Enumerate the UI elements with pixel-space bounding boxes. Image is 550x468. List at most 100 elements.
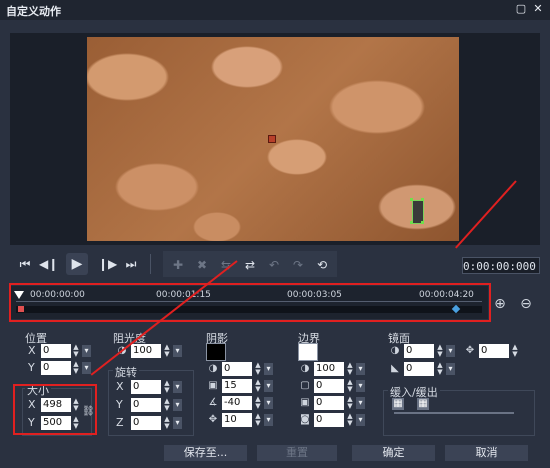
shadow-distance-input[interactable]: 10 xyxy=(222,413,252,427)
rotation-z-dropdown[interactable]: ▾ xyxy=(173,417,182,429)
border-width-spinner[interactable]: ▲ ▼ xyxy=(346,379,354,393)
mirror-distance-input[interactable]: 0 xyxy=(479,344,509,358)
border-opacity-icon: ◑ xyxy=(300,363,310,374)
shadow-blur-input[interactable]: 15 xyxy=(222,379,252,393)
border-feather-input[interactable]: 0 xyxy=(314,413,344,427)
rotation-x-dropdown[interactable]: ▾ xyxy=(173,381,182,393)
go-to-end-icon[interactable]: ⏭ xyxy=(122,256,140,272)
mirror-fade-spinner[interactable]: ▲ ▼ xyxy=(436,362,444,376)
video-preview[interactable] xyxy=(87,37,459,241)
border-opacity-spinner[interactable]: ▲ ▼ xyxy=(346,362,354,376)
border-opacity-input[interactable]: 100 xyxy=(314,362,344,376)
previous-frame-icon[interactable]: ◀❙ xyxy=(39,256,58,272)
position-x-spinner[interactable]: ▲ ▼ xyxy=(72,344,80,358)
zoom-in-icon[interactable]: ⊕ xyxy=(492,296,508,312)
position-y-input[interactable]: 0 xyxy=(41,361,71,375)
position-x-dropdown[interactable]: ▾ xyxy=(82,345,91,357)
mirror-opacity-icon: ◑ xyxy=(390,345,400,356)
border-width-dropdown[interactable]: ▾ xyxy=(356,380,365,392)
rotation-x-input[interactable]: 0 xyxy=(131,380,161,394)
border-feather-spinner[interactable]: ▲ ▼ xyxy=(346,413,354,427)
fade-in-icon[interactable]: ▦ xyxy=(392,398,404,410)
shadow-blur-spinner[interactable]: ▲ ▼ xyxy=(254,379,262,393)
mirror-opacity-dropdown[interactable]: ▾ xyxy=(446,345,455,357)
shadow-angle-icon: ∡ xyxy=(208,397,218,408)
resize-handle[interactable] xyxy=(421,198,424,201)
save-as-button[interactable]: 保存至... xyxy=(164,445,247,461)
zoom-out-icon[interactable]: ⊖ xyxy=(518,296,534,312)
shadow-opacity-spinner[interactable]: ▲ ▼ xyxy=(254,362,262,376)
shadow-opacity-icon: ◑ xyxy=(208,363,218,374)
border-width-input[interactable]: 0 xyxy=(314,379,344,393)
border-blur-input[interactable]: 0 xyxy=(314,396,344,410)
fade-out-icon[interactable]: ▦ xyxy=(417,398,429,410)
border-opacity-dropdown[interactable]: ▾ xyxy=(356,363,365,375)
divider xyxy=(150,254,151,274)
rotation-z-input[interactable]: 0 xyxy=(131,416,161,430)
rotation-y-dropdown[interactable]: ▾ xyxy=(173,399,182,411)
position-x-label: X xyxy=(28,344,36,357)
window-title: 自定义动作 xyxy=(6,5,61,18)
rotation-y-input[interactable]: 0 xyxy=(131,398,161,412)
shadow-angle-spinner[interactable]: ▲ ▼ xyxy=(254,396,262,410)
border-feather-icon: ◙ xyxy=(300,414,310,425)
shadow-opacity-input[interactable]: 0 xyxy=(222,362,252,376)
opacity-spinner[interactable]: ▲ ▼ xyxy=(163,344,171,358)
mirror-fade-dropdown[interactable]: ▾ xyxy=(446,363,455,375)
resize-handle[interactable] xyxy=(410,198,413,201)
rotation-x-spinner[interactable]: ▲ ▼ xyxy=(163,380,171,394)
border-blur-dropdown[interactable]: ▾ xyxy=(356,397,365,409)
opacity-input[interactable]: 100 xyxy=(131,344,161,358)
shadow-angle-dropdown[interactable]: ▾ xyxy=(264,397,273,409)
timeline-highlight-box xyxy=(9,283,491,322)
center-point-handle[interactable] xyxy=(268,135,276,143)
previous-keyframe-icon[interactable]: ↶ xyxy=(265,257,283,273)
cancel-button[interactable]: 取消 xyxy=(445,445,528,461)
rotation-y-label: Y xyxy=(116,398,123,411)
reset-button[interactable]: 重置 xyxy=(257,445,337,461)
rotation-z-label: Z xyxy=(116,416,124,429)
title-bar: 自定义动作 ▢ ✕ xyxy=(0,0,550,20)
shadow-blur-icon: ▣ xyxy=(208,380,218,391)
resize-handle[interactable] xyxy=(421,221,424,224)
border-feather-dropdown[interactable]: ▾ xyxy=(356,414,365,426)
resize-handle[interactable] xyxy=(410,221,413,224)
shadow-distance-dropdown[interactable]: ▾ xyxy=(264,414,273,426)
border-color-swatch[interactable] xyxy=(298,343,318,361)
next-frame-icon[interactable]: ❙▶ xyxy=(98,256,117,272)
shadow-opacity-dropdown[interactable]: ▾ xyxy=(264,363,273,375)
shadow-blur-dropdown[interactable]: ▾ xyxy=(264,380,273,392)
position-y-label: Y xyxy=(28,361,35,374)
opacity-dropdown[interactable]: ▾ xyxy=(173,345,182,357)
go-to-start-icon[interactable]: ⏮ xyxy=(16,256,34,272)
next-keyframe-icon[interactable]: ↷ xyxy=(289,257,307,273)
position-x-input[interactable]: 0 xyxy=(41,344,71,358)
fade-slider[interactable] xyxy=(394,412,514,414)
reset-keyframe-icon[interactable]: ⟲ xyxy=(313,257,331,273)
shadow-angle-input[interactable]: -40 xyxy=(222,396,252,410)
rotation-y-spinner[interactable]: ▲ ▼ xyxy=(163,398,171,412)
mirror-opacity-input[interactable]: 0 xyxy=(404,344,434,358)
play-button[interactable]: ▶ xyxy=(66,253,88,275)
remove-keyframe-icon[interactable]: ✖ xyxy=(193,257,211,273)
mirror-opacity-spinner[interactable]: ▲ ▼ xyxy=(436,344,444,358)
position-y-dropdown[interactable]: ▾ xyxy=(82,362,91,374)
timecode-display[interactable]: 0:00:00:000 xyxy=(462,257,540,274)
mirror-fade-input[interactable]: 0 xyxy=(404,362,434,376)
position-y-spinner[interactable]: ▲ ▼ xyxy=(72,361,80,375)
close-icon[interactable]: ✕ xyxy=(532,3,544,15)
rotation-z-spinner[interactable]: ▲ ▼ xyxy=(163,416,171,430)
keyframe-tools: ✚ ✖ ⇆ ⇄ ↶ ↷ ⟲ xyxy=(163,251,337,277)
border-blur-spinner[interactable]: ▲ ▼ xyxy=(346,396,354,410)
border-blur-icon: ▣ xyxy=(300,397,310,408)
border-width-icon: ▢ xyxy=(300,380,310,391)
shadow-distance-spinner[interactable]: ▲ ▼ xyxy=(254,413,262,427)
size-highlight-box xyxy=(13,384,97,435)
add-keyframe-icon[interactable]: ✚ xyxy=(169,257,187,273)
mirror-distance-spinner[interactable]: ▲ ▼ xyxy=(511,344,519,358)
maximize-icon[interactable]: ▢ xyxy=(515,3,527,15)
ok-button[interactable]: 确定 xyxy=(352,445,435,461)
shadow-distance-icon: ✥ xyxy=(208,414,218,425)
swap-keyframe-icon[interactable]: ⇄ xyxy=(241,257,259,273)
shadow-color-swatch[interactable] xyxy=(206,343,226,361)
